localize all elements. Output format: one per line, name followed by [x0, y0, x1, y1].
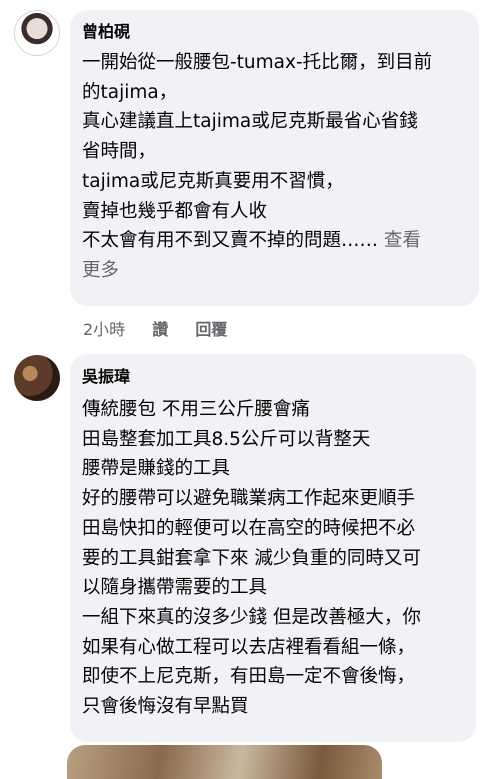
comment-text: 一開始從一般腰包-tumax-托比爾，到目前 的tajima， 真心建議直上ta… — [82, 48, 471, 286]
comment-line: 田島快扣的輕便可以在高空的時候把不必 — [82, 517, 416, 539]
comment-line: 省時間， — [82, 141, 157, 163]
comment-line: 腰帶是賺錢的工具 — [82, 458, 231, 480]
comment-line: 只會後悔沒有早點買 — [82, 696, 249, 718]
comment-line: 即使不上尼克斯，有田島一定不會後悔， — [82, 666, 416, 688]
comment-bubble: 曾柏硯 一開始從一般腰包-tumax-托比爾，到目前 的tajima， 真心建議… — [70, 10, 479, 306]
comment-line: 以隨身攜帶需要的工具 — [82, 577, 268, 599]
comment-bubble: 吳振瑋 傳統腰包 不用三公斤腰會痛 田島整套加工具8.5公斤可以背整天 腰帶是賺… — [70, 354, 476, 742]
comment-line: 真心建議直上tajima或尼克斯最省心省錢 — [82, 111, 418, 133]
like-button[interactable]: 讚 — [152, 316, 168, 340]
avatar[interactable] — [14, 355, 60, 401]
comment-line-text: 不太會有用不到又賣不掉的問題…… — [82, 230, 379, 252]
see-more-link[interactable]: 查看 — [384, 230, 421, 251]
comment-line: 賣掉也幾乎都會有人收 — [82, 200, 268, 222]
comment-text: 傳統腰包 不用三公斤腰會痛 田島整套加工具8.5公斤可以背整天 腰帶是賺錢的工具… — [82, 395, 468, 722]
comment-line: 好的腰帶可以避免職業病工作起來更順手 — [82, 488, 416, 510]
comment-line: 要的工具鉗套拿下來 減少負重的同時又可 — [82, 547, 421, 569]
comment-line: 的tajima， — [82, 81, 178, 103]
comment-line-last: 不太會有用不到又賣不掉的問題…… 查看 — [82, 226, 471, 256]
reply-button[interactable]: 回覆 — [195, 316, 227, 340]
see-more-link-continued[interactable]: 更多 — [82, 256, 471, 286]
comment-line: tajima或尼克斯真要用不習慣， — [82, 170, 344, 192]
comment-timestamp[interactable]: 2小時 — [83, 316, 125, 340]
comment-author[interactable]: 吳振瑋 — [82, 367, 130, 387]
comment-thread: 曾柏硯 一開始從一般腰包-tumax-托比爾，到目前 的tajima， 真心建議… — [0, 0, 491, 779]
comment-author[interactable]: 曾柏硯 — [82, 22, 130, 42]
comment-line: 田島整套加工具8.5公斤可以背整天 — [82, 428, 371, 450]
comment-line: 一開始從一般腰包-tumax-托比爾，到目前 — [82, 52, 433, 73]
comment-photo[interactable] — [67, 745, 382, 779]
comment-line: 傳統腰包 不用三公斤腰會痛 — [82, 399, 310, 420]
comment-line: 一組下來真的沒多少錢 但是改善極大，你 — [82, 606, 421, 628]
comment-line: 如果有心做工程可以去店裡看看組一條， — [82, 636, 416, 658]
comment-actions: 2小時 讚 回覆 — [83, 316, 227, 340]
avatar[interactable] — [14, 10, 60, 56]
